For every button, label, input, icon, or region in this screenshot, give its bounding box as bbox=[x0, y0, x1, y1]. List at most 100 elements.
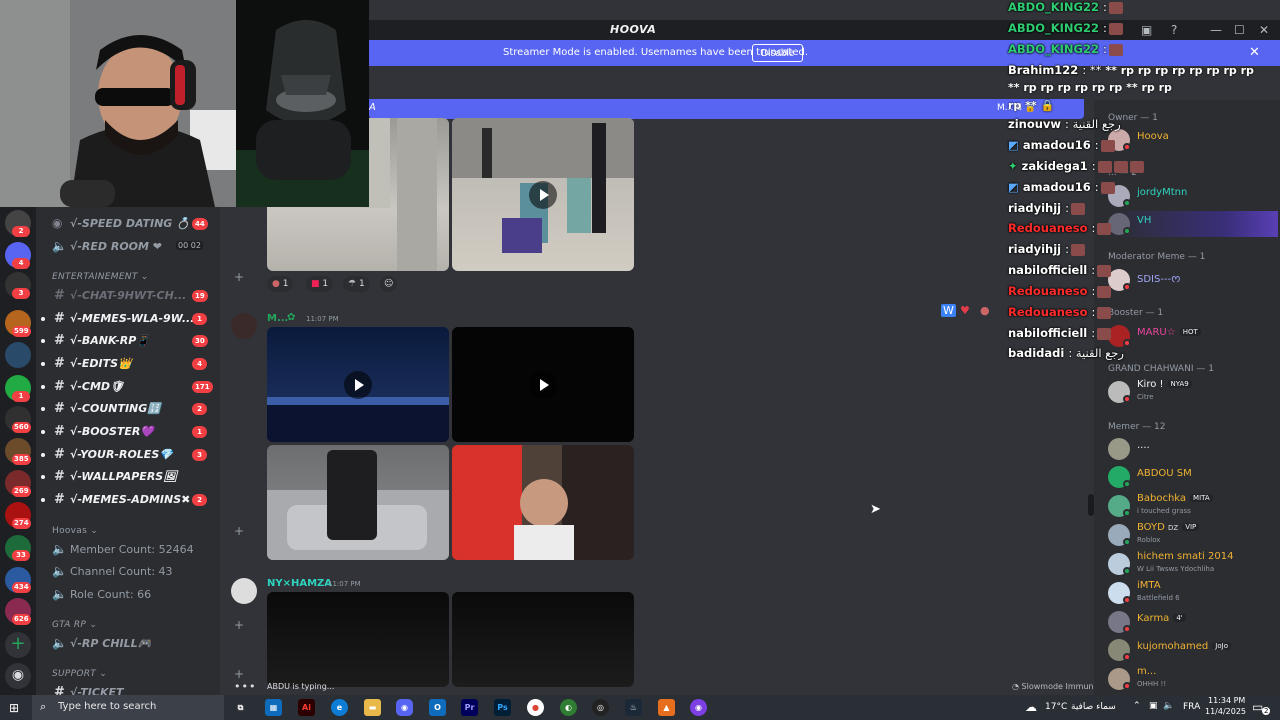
member-item[interactable]: Hoova bbox=[1108, 127, 1278, 153]
reaction-w-icon[interactable]: W bbox=[941, 304, 956, 317]
inbox-icon[interactable]: ▣ bbox=[1141, 23, 1152, 37]
channel-memes-admins[interactable]: # √-MEMES-ADMINS✖ 2 bbox=[36, 490, 220, 510]
member-item[interactable]: Karma 4' bbox=[1108, 609, 1278, 635]
chrome-icon[interactable]: ● bbox=[527, 699, 544, 716]
member-item[interactable]: hichem smati 2014 W Lii Twsws Ydochliha bbox=[1108, 551, 1278, 577]
video-thumbnail[interactable] bbox=[452, 592, 634, 687]
illustrator-icon[interactable]: Ai bbox=[298, 699, 315, 716]
windows-start-icon[interactable]: ⊞ bbox=[9, 701, 19, 715]
premiere-icon[interactable]: Pr bbox=[461, 699, 478, 716]
app-icon[interactable]: ▲ bbox=[658, 699, 675, 716]
obs-icon[interactable]: ◎ bbox=[592, 699, 609, 716]
member-item[interactable]: ABDOU SM bbox=[1108, 464, 1278, 490]
network-icon[interactable]: ▣ bbox=[1149, 701, 1158, 711]
photoshop-icon[interactable]: Ps bbox=[494, 699, 511, 716]
discover-icon[interactable]: ◉ bbox=[5, 663, 31, 689]
avatar[interactable] bbox=[231, 578, 257, 604]
message-author[interactable]: M... bbox=[267, 313, 288, 324]
member-item[interactable]: VH bbox=[1108, 211, 1278, 237]
image-thumbnail[interactable] bbox=[452, 445, 634, 560]
category-entertainment[interactable]: ENTERTAINEMENT ⌄ bbox=[52, 272, 149, 282]
create-channel-icon[interactable]: + bbox=[234, 524, 244, 538]
video-thumbnail[interactable] bbox=[452, 327, 634, 442]
clock-date[interactable]: 11/4/2025 bbox=[1205, 707, 1246, 716]
emoji-icon[interactable]: ● bbox=[980, 304, 990, 317]
minimize-button[interactable]: — bbox=[1210, 23, 1222, 37]
message-author[interactable]: NY×HAMZA bbox=[267, 578, 332, 589]
stat-role-count[interactable]: 🔈 Role Count: 66 bbox=[36, 585, 220, 605]
weather-text[interactable]: سماء صافية bbox=[1071, 702, 1116, 712]
add-server-icon[interactable]: + bbox=[5, 632, 31, 658]
language-indicator[interactable]: FRA bbox=[1183, 702, 1200, 712]
clock-time[interactable]: 11:34 PM bbox=[1208, 696, 1245, 705]
taskbar-search[interactable]: ⌕ Type here to search bbox=[32, 695, 224, 720]
channel-counting[interactable]: # √-COUNTING🔢 2 bbox=[36, 399, 220, 419]
video-thumbnail[interactable] bbox=[267, 327, 449, 442]
reaction[interactable]: ☂ 1 bbox=[343, 276, 370, 292]
channel-chat[interactable]: # √-CHAT-9HWT-CH... 19 bbox=[36, 286, 220, 306]
heart-icon[interactable]: ♥ bbox=[960, 304, 970, 317]
volume-icon[interactable]: 🔈 bbox=[1163, 701, 1174, 711]
channel-label: √-MEMES-ADMINS✖ bbox=[70, 493, 191, 506]
play-icon[interactable] bbox=[529, 370, 557, 399]
channel-ticket[interactable]: # √-TICKET bbox=[36, 683, 220, 695]
close-banner-icon[interactable]: ✕ bbox=[1249, 45, 1260, 60]
channel-rp-chill[interactable]: 🔈 √-RP CHILL🎮 bbox=[36, 634, 220, 654]
channel-red-room[interactable]: 🔈 √-RED ROOM ❤ 00 02 bbox=[36, 237, 220, 257]
channel-cmd[interactable]: # √-CMD🛡 171 bbox=[36, 377, 220, 397]
channel-wallpapers[interactable]: # √-WALLPAPERS🖼 bbox=[36, 467, 220, 487]
outlook-icon[interactable]: O bbox=[429, 699, 446, 716]
app-icon[interactable]: ◉ bbox=[690, 699, 707, 716]
weather-icon[interactable]: ☁ bbox=[1025, 700, 1037, 714]
file-explorer-icon[interactable]: ▬ bbox=[364, 699, 381, 716]
image-thumbnail[interactable] bbox=[267, 445, 449, 560]
category-hoovas[interactable]: Hoovas ⌄ bbox=[52, 526, 98, 536]
help-icon[interactable]: ? bbox=[1171, 23, 1177, 37]
member-item[interactable]: iMTA Battlefield 6 bbox=[1108, 580, 1278, 606]
channel-bank-rp[interactable]: # √-BANK-RP📱 30 bbox=[36, 331, 220, 351]
play-icon[interactable] bbox=[529, 180, 557, 209]
channel-booster[interactable]: # √-BOOSTER💜 1 bbox=[36, 422, 220, 442]
member-item[interactable]: Kiro ! NYA9 Citre bbox=[1108, 379, 1278, 405]
create-channel-icon[interactable]: + bbox=[234, 270, 244, 284]
member-item[interactable]: MARU☆ HOT bbox=[1108, 323, 1278, 349]
video-thumbnail[interactable] bbox=[452, 118, 634, 271]
reaction[interactable]: ● 1 bbox=[267, 276, 294, 292]
stream-chat-user: ABDO_KING22 bbox=[1008, 21, 1099, 35]
disable-streamer-mode-button[interactable]: Disable bbox=[752, 44, 804, 62]
video-thumbnail[interactable] bbox=[267, 592, 449, 687]
channel-memes[interactable]: # √-MEMES-WLA-9W... 1 bbox=[36, 309, 220, 329]
channel-edits[interactable]: # √-EDITS👑 4 bbox=[36, 354, 220, 374]
member-item[interactable]: m... OHHH !! bbox=[1108, 666, 1278, 692]
steam-icon[interactable]: ♨ bbox=[625, 699, 642, 716]
member-item[interactable]: BOYD DZ VIP Roblox bbox=[1108, 522, 1278, 548]
server-icon[interactable] bbox=[5, 342, 31, 368]
store-icon[interactable]: ▦ bbox=[265, 699, 282, 716]
reaction[interactable]: ■ 1 bbox=[306, 276, 334, 292]
server-badge: 1 bbox=[12, 391, 30, 402]
play-icon[interactable] bbox=[344, 370, 372, 399]
weather-temp[interactable]: 17°C bbox=[1045, 702, 1067, 712]
member-item[interactable]: kujomohamed JoJo bbox=[1108, 637, 1278, 663]
channel-speed-dating[interactable]: ◉ √-SPEED DATING 💍 44 bbox=[36, 214, 220, 234]
stat-member-count[interactable]: 🔈 Member Count: 52464 bbox=[36, 540, 220, 560]
stat-channel-count[interactable]: 🔈 Channel Count: 43 bbox=[36, 562, 220, 582]
app-icon[interactable]: ◐ bbox=[560, 699, 577, 716]
channel-your-roles[interactable]: # √-YOUR-ROLES💎 3 bbox=[36, 445, 220, 465]
category-support[interactable]: SUPPORT ⌄ bbox=[52, 669, 107, 679]
member-item[interactable]: SDIS---ᰔ bbox=[1108, 267, 1278, 293]
create-channel-icon[interactable]: + bbox=[234, 618, 244, 632]
new-messages-bar[interactable]: A M... d 🔒 bbox=[369, 99, 1084, 119]
close-window-button[interactable]: ✕ bbox=[1259, 23, 1269, 37]
edge-icon[interactable]: e bbox=[331, 699, 348, 716]
avatar[interactable] bbox=[231, 313, 257, 339]
member-item[interactable]: jordyMtnn bbox=[1108, 183, 1278, 209]
create-channel-icon[interactable]: + bbox=[234, 667, 244, 681]
maximize-button[interactable]: ☐ bbox=[1234, 23, 1245, 37]
task-view-icon[interactable]: ⧉ bbox=[232, 699, 249, 716]
discord-icon[interactable]: ◉ bbox=[396, 699, 413, 716]
tray-chevron-icon[interactable]: ⌃ bbox=[1133, 701, 1141, 711]
member-item[interactable]: .... bbox=[1108, 436, 1278, 462]
category-gta-rp[interactable]: GTA RP ⌄ bbox=[52, 620, 97, 630]
member-item[interactable]: Babochka MITA i touched grass bbox=[1108, 493, 1278, 519]
